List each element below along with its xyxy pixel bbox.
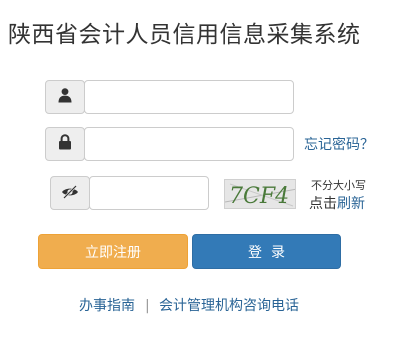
eye-slash-icon — [61, 184, 79, 203]
lock-addon — [45, 127, 85, 161]
login-button[interactable]: 登 录 — [192, 234, 341, 269]
page-title: 陕西省会计人员信用信息采集系统 — [8, 22, 361, 48]
captcha-text: 7CF4 — [229, 184, 289, 209]
username-input[interactable] — [84, 80, 294, 114]
user-addon — [45, 80, 85, 114]
refresh-captcha-link[interactable]: 刷新 — [337, 196, 365, 212]
captcha-image[interactable]: 7CF4 — [224, 179, 296, 209]
captcha-input[interactable] — [89, 176, 209, 210]
case-hint: 不分大小写 — [311, 179, 366, 192]
captcha-addon — [50, 176, 90, 210]
contact-link[interactable]: 会计管理机构咨询电话 — [159, 296, 299, 316]
refresh-hint: 点击刷新 — [309, 193, 365, 213]
forgot-password-link[interactable]: 忘记密码？ — [304, 135, 374, 155]
footer-separator: | — [145, 298, 150, 314]
register-button[interactable]: 立即注册 — [38, 234, 188, 269]
password-input[interactable] — [84, 127, 294, 161]
lock-icon — [58, 134, 72, 154]
user-icon — [57, 87, 73, 107]
guide-link[interactable]: 办事指南 — [79, 296, 135, 316]
refresh-prefix: 点击 — [309, 196, 337, 212]
